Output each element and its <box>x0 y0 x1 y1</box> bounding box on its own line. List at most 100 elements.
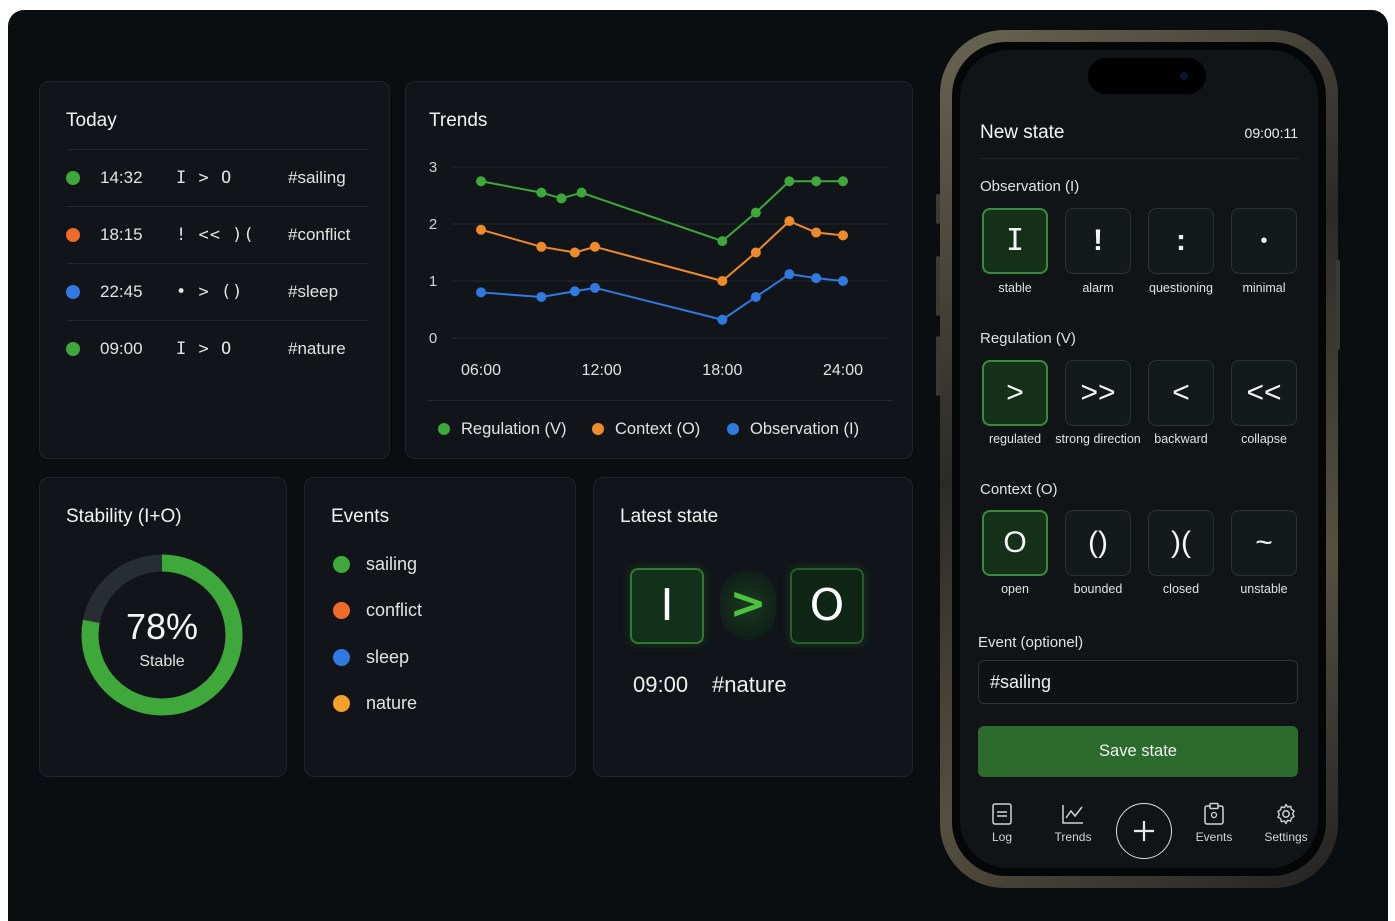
camera-icon <box>1180 72 1188 80</box>
data-point <box>784 176 795 187</box>
option-context-unstable[interactable]: ~ <box>1231 510 1297 576</box>
event-dot <box>333 556 350 573</box>
event-dot <box>333 649 350 666</box>
row-expression: • > () <box>176 282 244 302</box>
data-point <box>717 276 728 286</box>
nav-label: Settings <box>1264 830 1308 844</box>
side-button <box>1336 260 1340 350</box>
option-regulation-collapse[interactable]: << <box>1231 360 1297 426</box>
data-point <box>589 241 600 252</box>
data-point <box>589 282 600 293</box>
today-row[interactable]: 09:00 I > O #nature <box>40 321 390 377</box>
nav-label: Trends <box>1054 830 1092 844</box>
divider <box>980 158 1298 159</box>
today-row[interactable]: 22:45 • > () #sleep <box>40 264 390 320</box>
nav-settings[interactable]: Settings <box>1254 802 1318 844</box>
legend-item-context[interactable]: Context (O) <box>592 420 700 439</box>
option-caption: collapse <box>1241 432 1287 446</box>
nav-label: Log <box>991 830 1013 844</box>
option-regulation-backward[interactable]: < <box>1148 360 1214 426</box>
option-regulation-strong-direction[interactable]: >> <box>1065 360 1131 426</box>
event-item[interactable]: nature <box>333 693 417 714</box>
row-time: 22:45 <box>100 282 143 301</box>
row-expression: ! << )( <box>176 225 255 245</box>
data-point <box>811 176 822 187</box>
event-item[interactable]: sailing <box>333 554 417 575</box>
side-button <box>936 194 940 224</box>
context-tile: O <box>790 568 864 644</box>
dynamic-island <box>1088 58 1206 94</box>
trends-chart: 0 1 2 3 06:00 12:00 18:00 24:00 <box>429 159 888 379</box>
legend-label: Observation (I) <box>750 420 860 438</box>
legend-item-observation[interactable]: Observation (I) <box>727 420 859 439</box>
regulation-symbol: > <box>720 570 776 640</box>
option-observation-stable[interactable]: I <box>982 208 1048 274</box>
status-dot <box>66 285 80 299</box>
add-state-button[interactable] <box>1116 803 1172 859</box>
today-card: Today 14:32 I > O #sailing 18:15 ! << )(… <box>39 81 390 459</box>
option-context-open[interactable]: O <box>982 510 1048 576</box>
x-tick-label: 24:00 <box>823 362 863 379</box>
events-icon <box>1204 802 1224 825</box>
data-point <box>750 207 761 218</box>
phone-screen: New state 09:00:11 Observation (I) I ! :… <box>960 50 1318 868</box>
data-point <box>838 176 848 187</box>
data-point <box>811 273 822 284</box>
data-point <box>838 230 848 241</box>
row-time: 18:15 <box>100 225 143 244</box>
nav-label: Events <box>1195 830 1233 844</box>
y-tick-label: 3 <box>429 159 437 176</box>
event-item[interactable]: conflict <box>333 600 422 621</box>
option-observation-questioning[interactable]: : <box>1148 208 1214 274</box>
gear-icon <box>1277 803 1295 825</box>
nav-log[interactable]: Log <box>970 802 1034 844</box>
dashboard-canvas: Today 14:32 I > O #sailing 18:15 ! << )(… <box>8 10 1388 921</box>
nav-trends[interactable]: Trends <box>1041 802 1105 844</box>
data-point <box>717 314 728 325</box>
data-point <box>476 287 486 298</box>
plus-icon <box>1134 821 1154 841</box>
data-point <box>476 224 486 235</box>
event-label: sailing <box>366 554 418 574</box>
event-input[interactable]: #sailing <box>978 660 1298 704</box>
event-dot <box>333 695 350 712</box>
data-point <box>569 247 580 258</box>
divider <box>426 400 894 401</box>
events-card: Events sailing conflict sleep nature <box>304 477 576 777</box>
status-dot <box>66 228 80 242</box>
clock: 09:00:11 <box>1244 125 1298 141</box>
event-label: conflict <box>366 600 423 620</box>
observation-tile: I <box>630 568 704 644</box>
x-tick-label: 12:00 <box>582 362 622 379</box>
trends-icon <box>1062 805 1083 824</box>
screen-title: New state <box>980 122 1065 143</box>
trends-card: Trends 0 1 2 3 06:00 12:00 18:00 24:00 Regulati… <box>405 81 913 459</box>
nav-events[interactable]: Events <box>1182 802 1246 844</box>
legend-swatch <box>438 423 450 435</box>
data-point <box>536 241 547 252</box>
option-context-closed[interactable]: )( <box>1148 510 1214 576</box>
option-regulation-regulated[interactable]: > <box>982 360 1048 426</box>
option-observation-minimal[interactable]: • <box>1231 208 1297 274</box>
event-label: sleep <box>366 647 410 667</box>
save-state-button[interactable]: Save state <box>978 726 1298 777</box>
today-row[interactable]: 14:32 I > O #sailing <box>40 150 390 206</box>
row-expression: I > O <box>176 168 233 188</box>
data-point <box>784 269 795 280</box>
event-item[interactable]: sleep <box>333 647 409 668</box>
legend-label: Regulation (V) <box>461 420 567 438</box>
option-observation-alarm[interactable]: ! <box>1065 208 1131 274</box>
events-title: Events <box>331 506 390 527</box>
legend-item-regulation[interactable]: Regulation (V) <box>438 420 566 439</box>
side-button <box>936 336 940 396</box>
event-dot <box>333 602 350 619</box>
today-row[interactable]: 18:15 ! << )( #conflict <box>40 207 390 263</box>
x-tick-label: 06:00 <box>461 362 501 379</box>
option-context-bounded[interactable]: () <box>1065 510 1131 576</box>
option-caption: unstable <box>1240 582 1288 596</box>
data-point <box>536 187 547 198</box>
status-dot <box>66 342 80 356</box>
series-line-0 <box>480 180 843 243</box>
side-button <box>936 256 940 316</box>
row-time: 14:32 <box>100 168 143 187</box>
